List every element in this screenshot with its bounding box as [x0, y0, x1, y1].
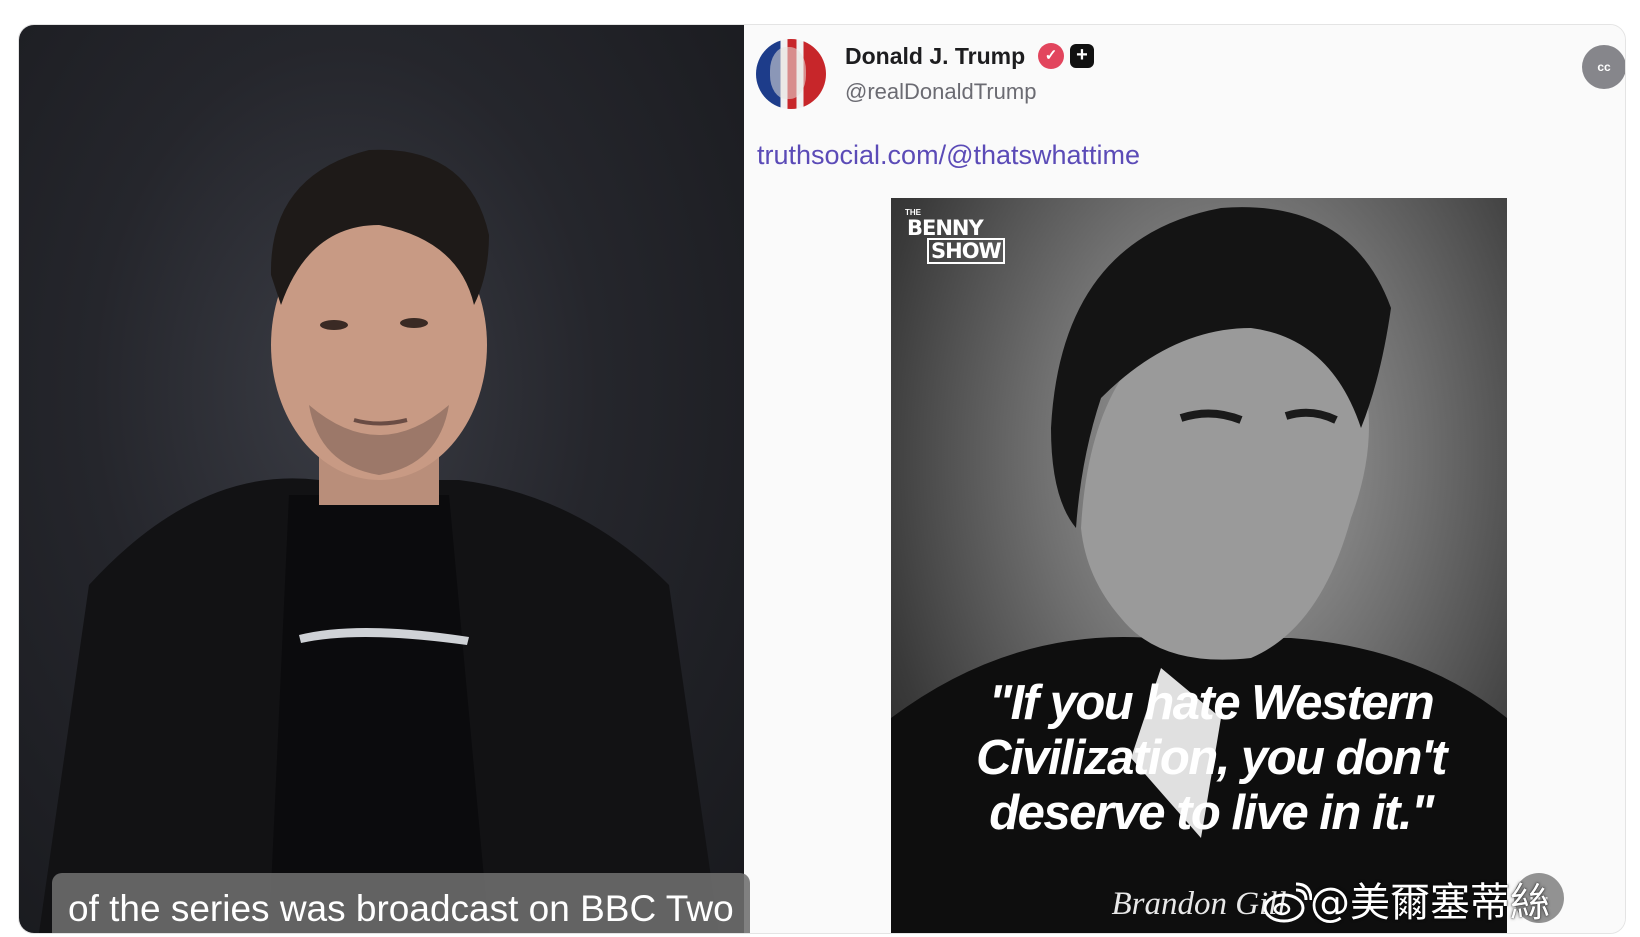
post-link[interactable]: truthsocial.com/@thatswhattime — [757, 140, 1140, 171]
portrait-photo — [39, 149, 719, 933]
truth-social-post: Donald J. Trump ✓ + @realDonaldTrump cc … — [744, 25, 1625, 933]
cc-icon[interactable]: cc — [1582, 45, 1625, 89]
left-photo-panel — [19, 25, 744, 933]
weibo-icon — [1263, 882, 1312, 923]
image-quote: "If you hate Western Civilization, you d… — [976, 676, 1447, 840]
verified-badge-icon: ✓ — [1038, 43, 1064, 69]
logo-line2: SHOW — [927, 238, 1005, 264]
post-image[interactable]: THE BENNY SHOW "If you hate Western Civi… — [891, 198, 1507, 933]
watermark-text: @美爾塞蒂絲 — [1310, 880, 1550, 926]
plus-badge-icon: + — [1070, 44, 1094, 68]
display-name[interactable]: Donald J. Trump — [845, 43, 1025, 70]
user-handle[interactable]: @realDonaldTrump — [845, 79, 1036, 105]
video-frame: Donald J. Trump ✓ + @realDonaldTrump cc … — [18, 24, 1626, 934]
benny-show-logo: THE BENNY SHOW — [905, 208, 1005, 270]
avatar[interactable] — [756, 39, 826, 109]
video-subtitle: of the series was broadcast on BBC Two — [52, 873, 750, 933]
logo-line1: BENNY — [907, 216, 984, 240]
